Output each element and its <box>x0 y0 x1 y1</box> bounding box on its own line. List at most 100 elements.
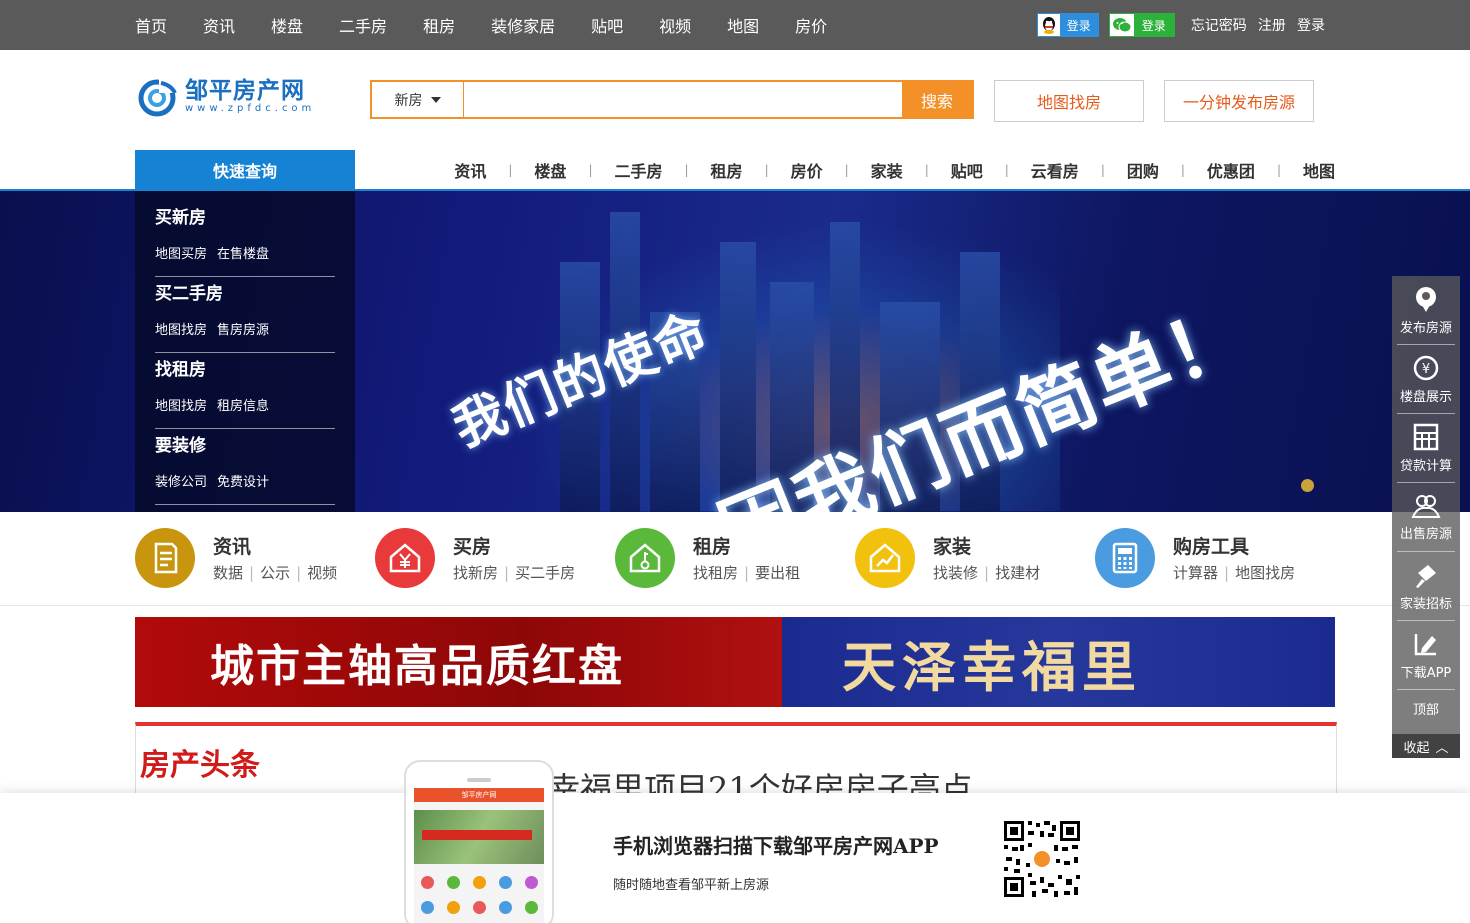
calculator-icon[interactable] <box>1095 528 1155 588</box>
sidebar-item-label: 家装招标 <box>1399 596 1452 612</box>
collapse-label: 收起 <box>1403 740 1430 756</box>
quick-group-title[interactable]: 找租房 <box>155 357 335 383</box>
sidebar-item-download-app[interactable]: 下载APP <box>1397 621 1455 690</box>
quick-link[interactable]: 免费设计 <box>217 475 269 490</box>
login-link[interactable]: 登录 <box>1297 18 1325 34</box>
nav-separator: | <box>1180 163 1185 177</box>
topnav-forum[interactable]: 贴吧 <box>591 13 623 37</box>
sidebar-item-for-sale[interactable]: 出售房源 <box>1397 483 1455 552</box>
topnav-properties[interactable]: 楼盘 <box>271 13 303 37</box>
carousel-dot[interactable] <box>1301 479 1314 492</box>
topnav-news[interactable]: 资讯 <box>203 13 235 37</box>
register-link[interactable]: 注册 <box>1258 18 1286 34</box>
category-link[interactable]: 买二手房 <box>515 564 575 582</box>
quick-link[interactable]: 地图找房 <box>155 323 207 338</box>
search-box: 新房 搜索 <box>370 80 974 119</box>
mainnav-map[interactable]: 地图 <box>1303 158 1335 182</box>
category-title[interactable]: 买房 <box>453 534 575 560</box>
topnav-home[interactable]: 首页 <box>135 13 167 37</box>
ad-right-text: 天泽幸福里 <box>842 634 1142 699</box>
topnav-decoration[interactable]: 装修家居 <box>491 13 555 37</box>
users-icon <box>1411 494 1441 518</box>
category-link[interactable]: 计算器 <box>1173 564 1218 582</box>
mainnav-group-buy[interactable]: 团购 <box>1127 158 1159 182</box>
mainnav-second-hand[interactable]: 二手房 <box>614 158 662 182</box>
category-rent: 租房 找租房 | 要出租 <box>615 528 800 588</box>
category-buy: 买房 找新房 | 买二手房 <box>375 528 575 588</box>
category-link[interactable]: 找新房 <box>453 564 498 582</box>
quick-link[interactable]: 租房信息 <box>217 399 269 414</box>
sidebar-item-label: 贷款计算 <box>1399 458 1452 474</box>
mainnav-news[interactable]: 资讯 <box>454 158 486 182</box>
category-link[interactable]: 视频 <box>307 564 337 582</box>
app-download-subtitle: 随时随地查看邹平新上房源 <box>613 878 770 893</box>
ad-banner[interactable]: 城市主轴高品质红盘 天泽幸福里 <box>135 617 1335 707</box>
mainnav-rent[interactable]: 租房 <box>711 158 743 182</box>
app-download-title: 手机浏览器扫描下载邹平房产网APP <box>613 834 939 858</box>
search-button[interactable]: 搜索 <box>902 82 972 117</box>
sidebar-collapse-button[interactable]: 收起 ︿ <box>1392 734 1460 758</box>
sidebar-item-loan-calc[interactable]: 贷款计算 <box>1397 414 1455 483</box>
category-title[interactable]: 租房 <box>693 534 800 560</box>
nav-separator: | <box>1276 163 1281 177</box>
category-link[interactable]: 找装修 <box>933 564 978 582</box>
quick-group-decoration: 要装修 装修公司 免费设计 <box>155 429 335 505</box>
sidebar-item-post[interactable]: 发布房源 <box>1397 276 1455 345</box>
post-listing-button[interactable]: 一分钟发布房源 <box>1164 80 1314 122</box>
quick-group-title[interactable]: 买新房 <box>155 205 335 231</box>
svg-text:¥: ¥ <box>1422 362 1430 377</box>
house-key-icon[interactable] <box>615 528 675 588</box>
mainnav-cloud-viewing[interactable]: 云看房 <box>1031 158 1079 182</box>
quick-link[interactable]: 在售楼盘 <box>217 247 269 262</box>
topnav-video[interactable]: 视频 <box>659 13 691 37</box>
wechat-login-button[interactable]: 登录 <box>1108 13 1175 37</box>
category-title[interactable]: 家装 <box>933 534 1040 560</box>
topnav-second-hand[interactable]: 二手房 <box>339 13 387 37</box>
quick-query-tab[interactable]: 快速查询 <box>135 150 355 190</box>
headline-news-section: 房产头条 幸福里项目21个好房房子亮点 <box>135 722 1337 802</box>
quick-group-title[interactable]: 要装修 <box>155 433 335 459</box>
category-link[interactable]: 找建材 <box>995 564 1040 582</box>
nav-separator: | <box>764 163 769 177</box>
category-link[interactable]: 要出租 <box>755 564 800 582</box>
qq-login-button[interactable]: 登录 <box>1036 13 1099 37</box>
mainnav-discount-group[interactable]: 优惠团 <box>1207 158 1255 182</box>
topnav-map[interactable]: 地图 <box>727 13 759 37</box>
nav-separator: | <box>844 163 849 177</box>
search-input[interactable] <box>464 82 902 117</box>
topnav-rent[interactable]: 租房 <box>423 13 455 37</box>
quick-link[interactable]: 售房房源 <box>217 323 269 338</box>
quick-group-title[interactable]: 买二手房 <box>155 281 335 307</box>
category-title[interactable]: 购房工具 <box>1173 534 1295 560</box>
mainnav-forum[interactable]: 贴吧 <box>951 158 983 182</box>
site-logo[interactable]: 邹平房产网 www.zpfdc.com <box>137 74 317 120</box>
category-link[interactable]: 数据 <box>213 564 243 582</box>
nav-separator: | <box>508 163 513 177</box>
hammer-icon <box>1416 564 1436 588</box>
quick-link[interactable]: 地图找房 <box>155 399 207 414</box>
category-link[interactable]: 公示 <box>260 564 290 582</box>
quick-link[interactable]: 地图买房 <box>155 247 207 262</box>
house-yen-icon[interactable] <box>375 528 435 588</box>
quick-link[interactable]: 装修公司 <box>155 475 207 490</box>
map-search-button[interactable]: 地图找房 <box>994 80 1144 122</box>
mainnav-decoration[interactable]: 家装 <box>871 158 903 182</box>
category-link[interactable]: 地图找房 <box>1235 564 1295 582</box>
forgot-password-link[interactable]: 忘记密码 <box>1191 18 1247 34</box>
mainnav-properties[interactable]: 楼盘 <box>534 158 566 182</box>
calculator-icon <box>1413 423 1439 450</box>
category-title[interactable]: 资讯 <box>213 534 337 560</box>
back-to-top-button[interactable]: 顶部 <box>1392 690 1460 726</box>
chevron-up-icon: ︿ <box>1435 740 1449 756</box>
category-link[interactable]: 找租房 <box>693 564 738 582</box>
mainnav-price[interactable]: 房价 <box>791 158 823 182</box>
search-type-select[interactable]: 新房 <box>372 82 464 117</box>
quick-group-rent: 找租房 地图找房 租房信息 <box>155 353 335 429</box>
sidebar-item-properties[interactable]: ¥ 楼盘展示 <box>1397 345 1455 414</box>
house-chart-icon[interactable] <box>855 528 915 588</box>
search-type-label: 新房 <box>394 92 423 109</box>
sidebar-item-decoration-bid[interactable]: 家装招标 <box>1397 552 1455 621</box>
topnav-price[interactable]: 房价 <box>795 13 827 37</box>
nav-separator: | <box>1004 163 1009 177</box>
document-icon[interactable] <box>135 528 195 588</box>
